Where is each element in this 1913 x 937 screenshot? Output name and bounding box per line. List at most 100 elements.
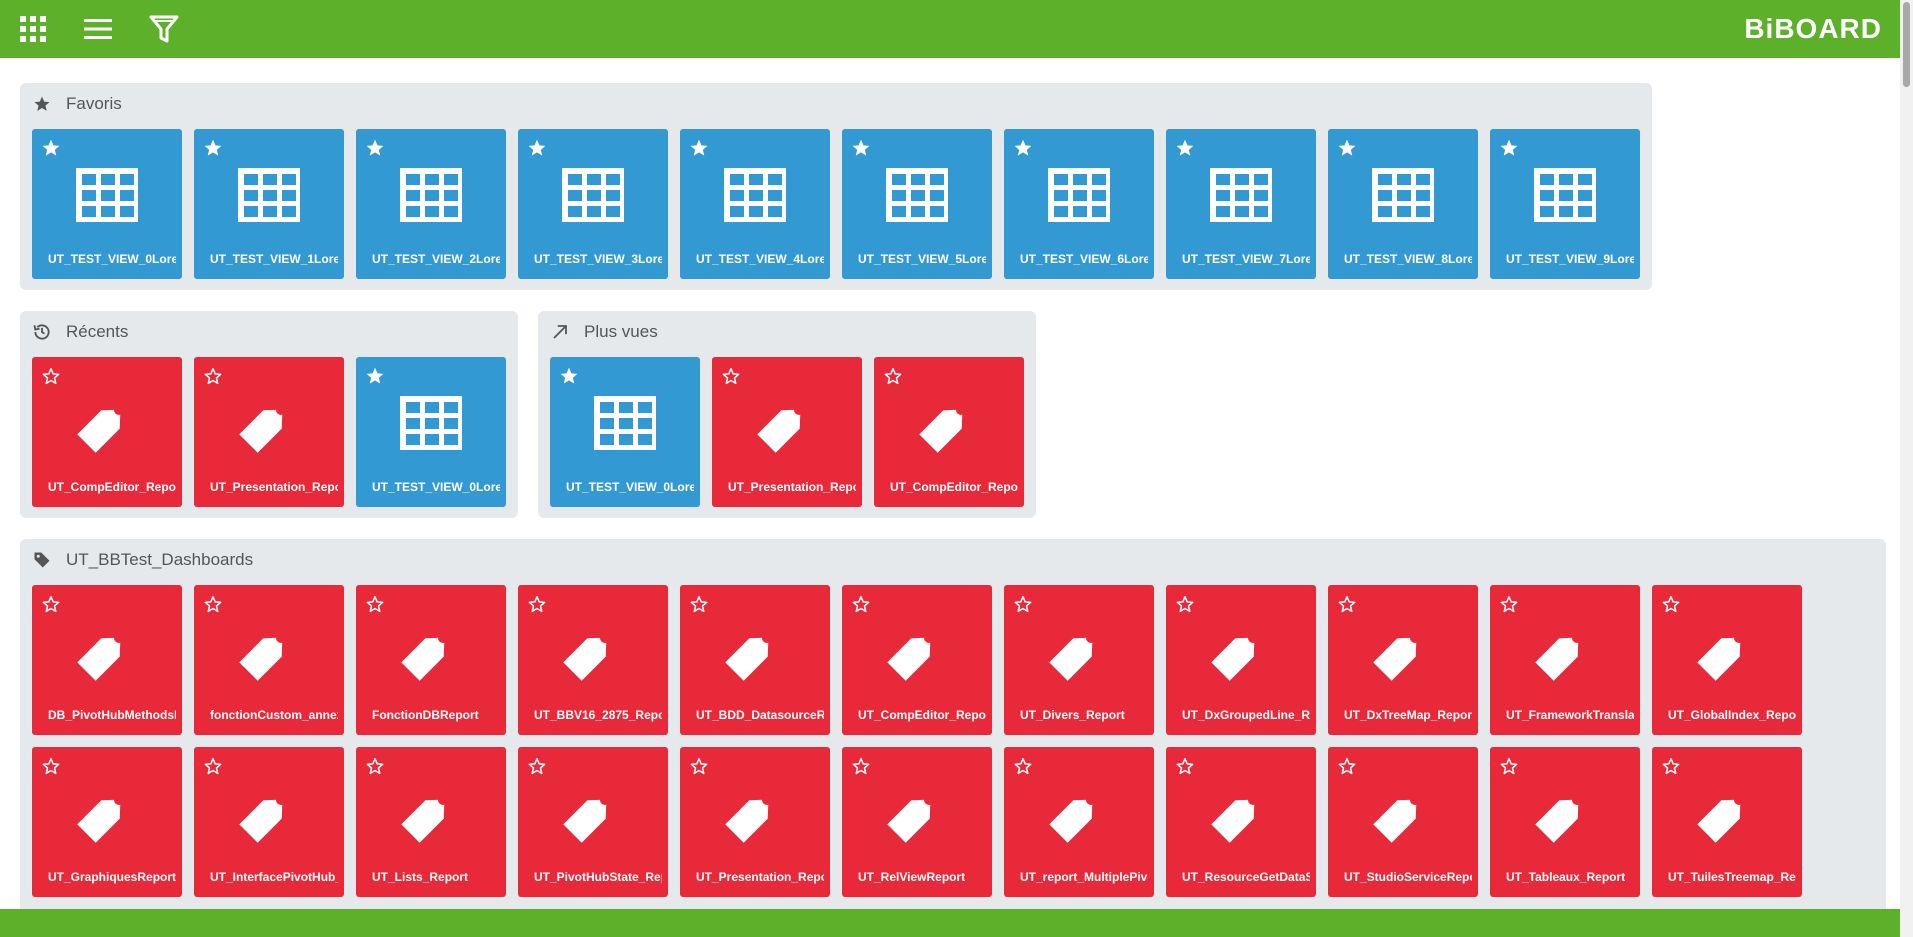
plus-vues-title: Plus vues	[584, 322, 658, 341]
tag-icon	[560, 780, 626, 846]
report-tile[interactable]: UT_InterfacePivotHub_Report	[194, 747, 344, 897]
star-outline-icon[interactable]	[41, 756, 61, 776]
star-outline-icon[interactable]	[365, 756, 385, 776]
table-grid-icon	[398, 162, 464, 228]
dashboards-header: UT_BBTest_Dashboards	[32, 549, 253, 571]
table-grid-icon	[398, 390, 464, 456]
star-filled-icon[interactable]	[1175, 138, 1195, 158]
star-outline-icon[interactable]	[851, 594, 871, 614]
report-tile[interactable]: DB_PivotHubMethodsReport	[32, 585, 182, 735]
star-outline-icon[interactable]	[689, 594, 709, 614]
star-outline-icon[interactable]	[1013, 594, 1033, 614]
table-grid-icon	[236, 162, 302, 228]
star-outline-icon[interactable]	[1013, 756, 1033, 776]
scrollbar-thumb[interactable]	[1903, 2, 1910, 87]
view-tile[interactable]: UT_TEST_VIEW_3Lorem	[518, 129, 668, 279]
report-tile[interactable]: UT_PivotHubState_Report	[518, 747, 668, 897]
tile-label: UT_TEST_VIEW_0Lorem	[566, 480, 694, 494]
tile-label: UT_BDD_DatasourceReport	[696, 708, 824, 722]
star-outline-icon[interactable]	[721, 366, 741, 386]
report-tile[interactable]: UT_FrameworkTranslate	[1490, 585, 1640, 735]
view-tile[interactable]: UT_TEST_VIEW_8Lorem	[1328, 129, 1478, 279]
report-tile[interactable]: UT_StudioServiceReport	[1328, 747, 1478, 897]
star-outline-icon[interactable]	[203, 756, 223, 776]
star-filled-icon[interactable]	[1337, 138, 1357, 158]
apps-grid-icon[interactable]	[14, 10, 52, 48]
star-outline-icon[interactable]	[883, 366, 903, 386]
view-tile[interactable]: UT_TEST_VIEW_0Lorem	[550, 357, 700, 507]
star-filled-icon[interactable]	[365, 366, 385, 386]
report-tile[interactable]: UT_Tableaux_Report	[1490, 747, 1640, 897]
report-tile[interactable]: UT_TuilesTreemap_Report	[1652, 747, 1802, 897]
tag-icon	[1046, 780, 1112, 846]
star-outline-icon[interactable]	[41, 594, 61, 614]
star-filled-icon[interactable]	[527, 138, 547, 158]
view-tile[interactable]: UT_TEST_VIEW_0Lorem	[356, 357, 506, 507]
report-tile[interactable]: UT_Presentation_Report	[712, 357, 862, 507]
view-tile[interactable]: UT_TEST_VIEW_1Lorem	[194, 129, 344, 279]
report-tile[interactable]: UT_GraphiquesReport	[32, 747, 182, 897]
view-tile[interactable]: UT_TEST_VIEW_9Lorem	[1490, 129, 1640, 279]
star-filled-icon[interactable]	[365, 138, 385, 158]
star-filled-icon[interactable]	[203, 138, 223, 158]
report-tile[interactable]: UT_GlobalIndex_Report	[1652, 585, 1802, 735]
view-tile[interactable]: UT_TEST_VIEW_5Lorem	[842, 129, 992, 279]
report-tile[interactable]: UT_Divers_Report	[1004, 585, 1154, 735]
star-outline-icon[interactable]	[1499, 594, 1519, 614]
report-tile[interactable]: UT_CompEditor_Report	[842, 585, 992, 735]
favoris-panel: Favoris UT_TEST_VIEW_0Lorem UT_TEST_VIEW_…	[20, 83, 1652, 290]
tile-label: UT_TEST_VIEW_5Lorem	[858, 252, 986, 266]
filter-icon[interactable]	[145, 10, 183, 48]
star-outline-icon[interactable]	[1499, 756, 1519, 776]
star-outline-icon[interactable]	[203, 594, 223, 614]
top-bar: BiBOARD	[0, 0, 1900, 58]
report-tile[interactable]: UT_CompEditor_Report	[32, 357, 182, 507]
report-tile[interactable]: UT_report_MultiplePivot	[1004, 747, 1154, 897]
star-filled-icon[interactable]	[1499, 138, 1519, 158]
star-outline-icon[interactable]	[851, 756, 871, 776]
star-filled-icon[interactable]	[1013, 138, 1033, 158]
star-filled-icon[interactable]	[41, 138, 61, 158]
report-tile[interactable]: UT_BBV16_2875_Report	[518, 585, 668, 735]
star-filled-icon[interactable]	[851, 138, 871, 158]
menu-icon[interactable]	[79, 10, 117, 48]
report-tile[interactable]: FonctionDBReport	[356, 585, 506, 735]
star-outline-icon[interactable]	[527, 594, 547, 614]
star-outline-icon[interactable]	[203, 366, 223, 386]
view-tile[interactable]: UT_TEST_VIEW_7Lorem	[1166, 129, 1316, 279]
view-tile[interactable]: UT_TEST_VIEW_4Lorem	[680, 129, 830, 279]
star-outline-icon[interactable]	[41, 366, 61, 386]
report-tile[interactable]: UT_DxGroupedLine_Report	[1166, 585, 1316, 735]
tag-icon	[1694, 780, 1760, 846]
report-tile[interactable]: UT_Presentation_Report	[194, 357, 344, 507]
report-tile[interactable]: UT_RelViewReport	[842, 747, 992, 897]
report-tile[interactable]: UT_Presentation_Report	[680, 747, 830, 897]
star-outline-icon[interactable]	[1337, 594, 1357, 614]
vertical-scrollbar[interactable]	[1900, 0, 1913, 937]
favoris-title: Favoris	[66, 94, 122, 113]
report-tile[interactable]: UT_BDD_DatasourceReport	[680, 585, 830, 735]
history-icon	[32, 322, 52, 342]
report-tile[interactable]: UT_ResourceGetDataSet	[1166, 747, 1316, 897]
star-outline-icon[interactable]	[1661, 756, 1681, 776]
view-tile[interactable]: UT_TEST_VIEW_2Lorem	[356, 129, 506, 279]
star-outline-icon[interactable]	[1175, 594, 1195, 614]
view-tile[interactable]: UT_TEST_VIEW_6Lorem	[1004, 129, 1154, 279]
star-filled-icon[interactable]	[559, 366, 579, 386]
report-tile[interactable]: UT_CompEditor_Report	[874, 357, 1024, 507]
star-outline-icon[interactable]	[1337, 756, 1357, 776]
star-outline-icon[interactable]	[1175, 756, 1195, 776]
recents-header: Récents	[32, 321, 128, 343]
star-outline-icon[interactable]	[689, 756, 709, 776]
tag-icon	[32, 550, 52, 570]
tag-icon	[916, 390, 982, 456]
report-tile[interactable]: UT_Lists_Report	[356, 747, 506, 897]
report-tile[interactable]: fonctionCustom_annexReport	[194, 585, 344, 735]
star-outline-icon[interactable]	[365, 594, 385, 614]
report-tile[interactable]: UT_DxTreeMap_Report	[1328, 585, 1478, 735]
view-tile[interactable]: UT_TEST_VIEW_0Lorem	[32, 129, 182, 279]
star-outline-icon[interactable]	[527, 756, 547, 776]
star-outline-icon[interactable]	[1661, 594, 1681, 614]
tile-label: UT_TEST_VIEW_0Lorem	[48, 252, 176, 266]
star-filled-icon[interactable]	[689, 138, 709, 158]
